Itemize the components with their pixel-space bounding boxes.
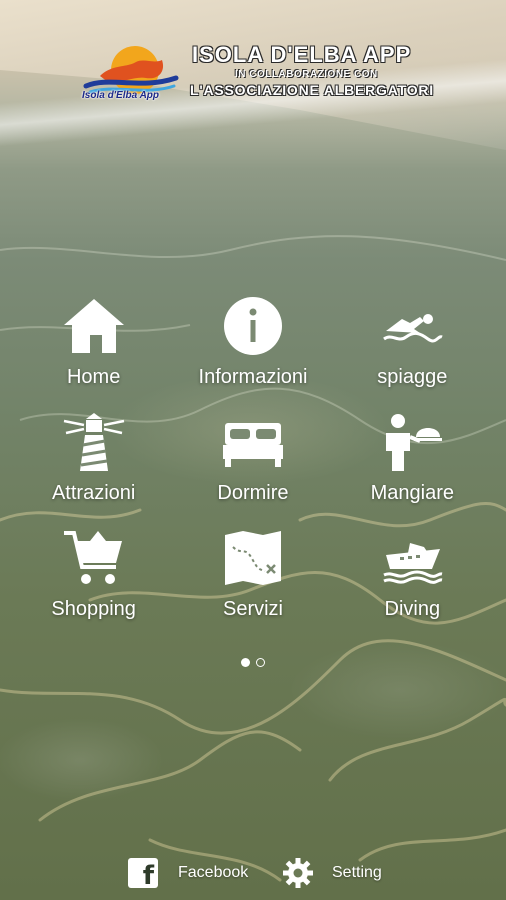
- menu-item-label: Home: [66, 366, 121, 388]
- menu-item-home[interactable]: Home: [14, 294, 173, 406]
- menu-item-informazioni[interactable]: Informazioni: [173, 294, 332, 406]
- menu-item-diving[interactable]: Diving: [333, 526, 492, 638]
- menu-item-servizi[interactable]: Servizi: [173, 526, 332, 638]
- page-dot-active[interactable]: [241, 658, 250, 667]
- boat-icon: [377, 526, 447, 590]
- lighthouse-icon: [59, 410, 129, 474]
- menu-item-label: Servizi: [222, 598, 283, 620]
- bed-icon: [218, 410, 288, 474]
- waiter-icon: [377, 410, 447, 474]
- facebook-icon: f: [128, 858, 158, 891]
- main-menu-grid: Home Informazioni spiagge Attrazioni Dor…: [14, 294, 492, 638]
- footer-bar: f Facebook Setting: [0, 856, 506, 892]
- menu-item-label: Mangiare: [370, 482, 455, 504]
- menu-item-label: Attrazioni: [51, 482, 136, 504]
- facebook-label: Facebook: [178, 864, 249, 881]
- menu-item-label: Informazioni: [198, 366, 308, 388]
- cart-icon: [59, 526, 129, 590]
- app-header: Isola d'Elba App ISOLA D'ELBA APP IN COL…: [80, 40, 433, 110]
- menu-item-attrazioni[interactable]: Attrazioni: [14, 410, 173, 522]
- setting-button[interactable]: Setting: [282, 856, 382, 890]
- menu-item-label: Dormire: [217, 482, 289, 504]
- gear-icon: [283, 858, 313, 888]
- info-icon: [218, 294, 288, 358]
- menu-item-mangiare[interactable]: Mangiare: [333, 410, 492, 522]
- app-association: L'ASSOCIAZIONE ALBERGATORI: [190, 82, 434, 98]
- menu-item-label: Shopping: [51, 598, 136, 620]
- app-title: ISOLA D'ELBA APP: [192, 42, 412, 67]
- map-icon: [218, 526, 288, 590]
- page-indicator: [0, 658, 506, 667]
- swimmer-icon: [377, 294, 447, 358]
- app-subtitle: IN COLLABORAZIONE CON: [235, 69, 378, 80]
- facebook-button[interactable]: f Facebook: [128, 856, 249, 891]
- menu-item-label: Diving: [384, 598, 441, 620]
- menu-item-dormire[interactable]: Dormire: [173, 410, 332, 522]
- logo-caption: Isola d'Elba App: [82, 90, 160, 101]
- menu-item-label: spiagge: [377, 366, 448, 388]
- setting-label: Setting: [332, 864, 382, 881]
- menu-item-shopping[interactable]: Shopping: [14, 526, 173, 638]
- menu-item-spiagge[interactable]: spiagge: [333, 294, 492, 406]
- home-icon: [59, 294, 129, 358]
- page-dot[interactable]: [256, 658, 265, 667]
